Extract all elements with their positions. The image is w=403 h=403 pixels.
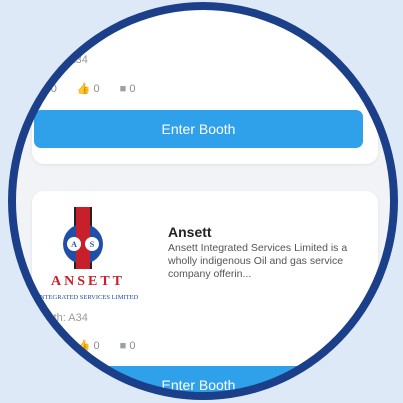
dislike-stat[interactable]: 👍 0 — [76, 82, 100, 96]
comment-count: 0 — [129, 82, 136, 95]
enter-booth-button[interactable]: Enter Booth — [34, 366, 363, 400]
booth-title: Ansett — [168, 224, 212, 240]
thumbs-up-outline-icon: 👍 — [76, 83, 91, 95]
booth-label: Booth: A34 — [34, 54, 88, 66]
thumbs-up-icon: 👍 — [34, 83, 48, 95]
logo-letter-s: S — [90, 240, 95, 249]
dislike-count: 0 — [93, 339, 100, 352]
like-stat[interactable]: 👍 0 — [34, 82, 57, 96]
booth-label: Booth: A34 — [34, 312, 88, 324]
dislike-stat[interactable]: 👍 0 — [76, 339, 100, 353]
comment-stat[interactable]: ■ 0 — [120, 83, 136, 95]
enter-booth-button[interactable]: Enter Booth — [34, 110, 363, 148]
comment-stat[interactable]: ■ 0 — [120, 340, 136, 352]
like-stat[interactable]: 👍 0 — [34, 339, 57, 353]
like-count: 0 — [50, 339, 57, 352]
comment-icon: ■ — [119, 82, 127, 95]
like-count: 0 — [50, 82, 57, 95]
booth-stats: 👍 0 👍 0 ■ 0 — [34, 339, 151, 353]
comment-count: 0 — [129, 339, 136, 352]
dislike-count: 0 — [93, 82, 100, 95]
thumbs-up-outline-icon: 👍 — [76, 340, 91, 352]
logo-wordmark: ANSETT — [51, 274, 125, 289]
magnified-view: Booth: A34 👍 0 👍 0 ■ 0 Enter Booth A S A… — [8, 2, 398, 400]
logo-letter-a: A — [71, 240, 77, 249]
booth-stats: 👍 0 👍 0 ■ 0 — [34, 82, 151, 96]
logo-subtitle: INTEGRATED SERVICES LIMITED — [38, 294, 139, 301]
ansett-logo: A S ANSETT INTEGRATED SERVICES LIMITED — [22, 207, 160, 307]
comment-icon: ■ — [119, 339, 127, 352]
thumbs-up-icon: 👍 — [34, 340, 48, 352]
booth-description: Ansett Integrated Services Limited is a … — [168, 242, 348, 280]
